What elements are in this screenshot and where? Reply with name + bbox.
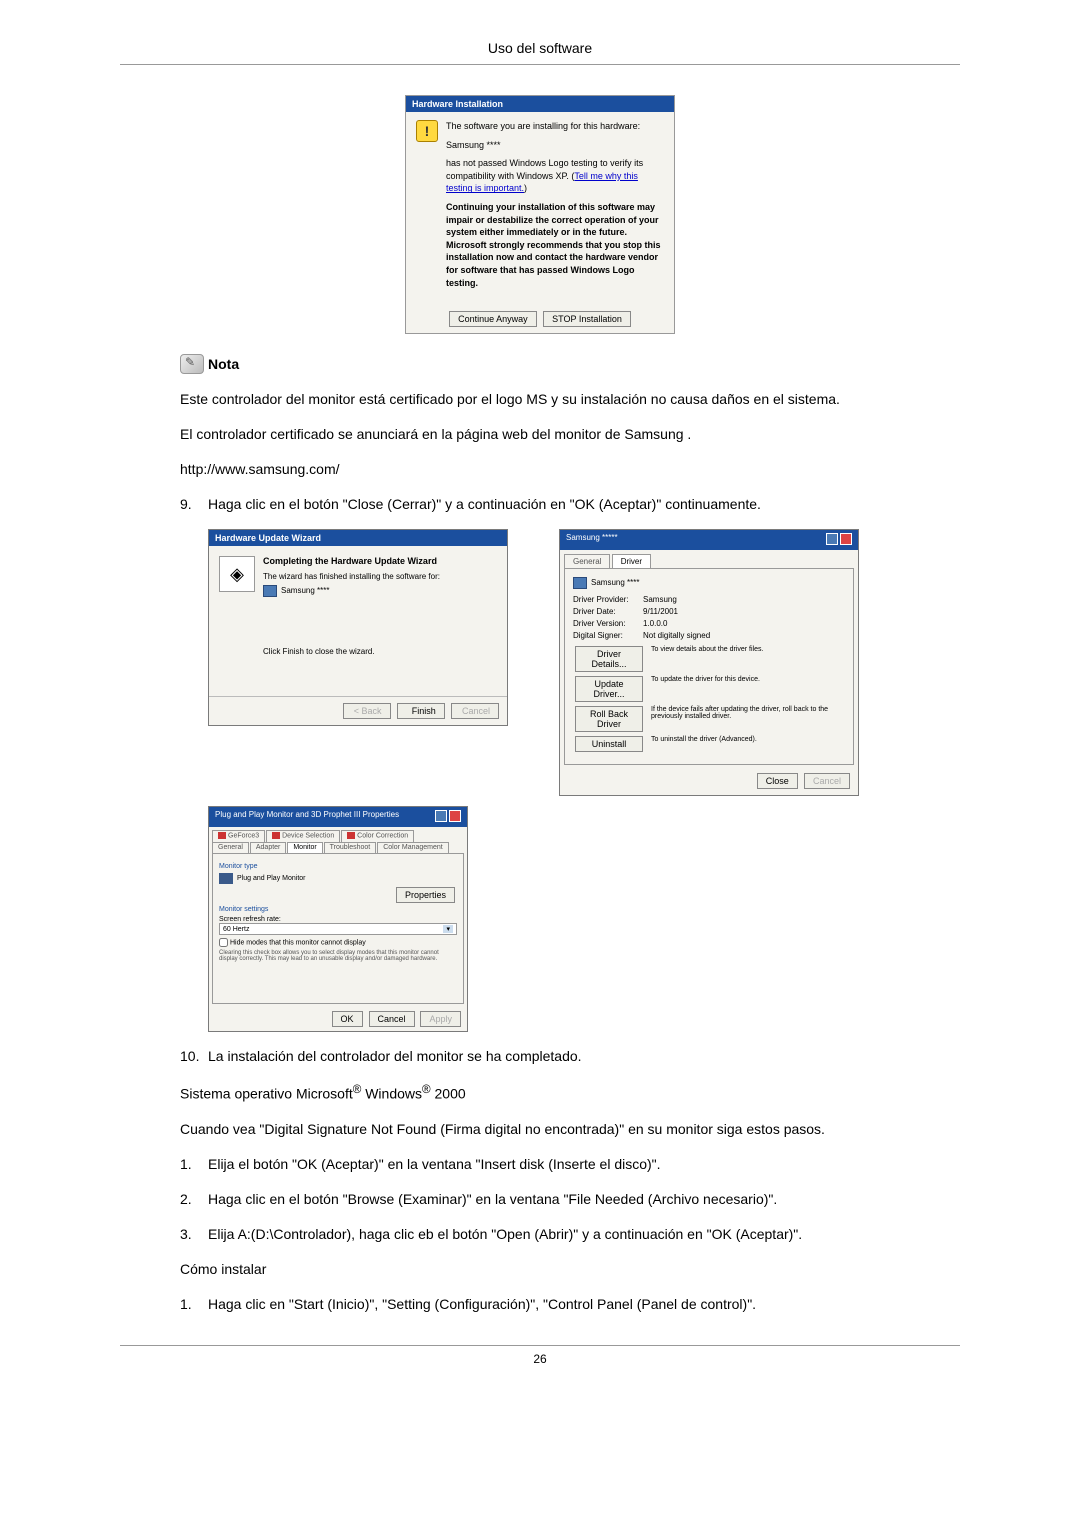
props-title: Samsung *****: [566, 533, 618, 547]
wizard-line1: The wizard has finished installing the s…: [263, 572, 497, 581]
monitor-icon: [219, 873, 233, 884]
monitor-type-label: Monitor type: [219, 863, 457, 870]
nvidia-icon: [272, 832, 280, 839]
dialog-title: Hardware Installation: [406, 96, 674, 112]
tab-adapter[interactable]: Adapter: [250, 842, 287, 853]
tab-monitor[interactable]: Monitor: [287, 842, 322, 853]
note-text-1: Este controlador del monitor está certif…: [180, 389, 900, 410]
nvidia-icon: [218, 832, 226, 839]
hw-text-1: The software you are installing for this…: [446, 120, 664, 133]
rollback-desc: If the device fails after updating the d…: [651, 706, 845, 732]
driver-details-button[interactable]: Driver Details...: [575, 646, 643, 672]
step-text: Haga clic en el botón "Close (Cerrar)" y…: [208, 494, 900, 515]
tab-geforce[interactable]: GeForce3: [212, 830, 265, 842]
step-number: 3.: [180, 1224, 208, 1245]
tab-troubleshoot[interactable]: Troubleshoot: [324, 842, 377, 853]
warning-icon: !: [416, 120, 438, 142]
help-icon[interactable]: [435, 810, 447, 822]
tab-general[interactable]: General: [212, 842, 249, 853]
step-text: Elija A:(D:\Controlador), haga clic eb e…: [208, 1224, 900, 1245]
rollback-driver-button[interactable]: Roll Back Driver: [575, 706, 643, 732]
hide-modes-label: Hide modes that this monitor cannot disp…: [230, 940, 366, 947]
date-label: Driver Date:: [573, 607, 643, 616]
update-desc: To update the driver for this device.: [651, 676, 845, 702]
page-number: 26: [120, 1345, 960, 1366]
help-icon[interactable]: [826, 533, 838, 545]
hw-text-2: has not passed Windows Logo testing to v…: [446, 157, 664, 195]
note-label: Nota: [208, 356, 239, 372]
device-large-icon: ◈: [219, 556, 255, 592]
mp-title: Plug and Play Monitor and 3D Prophet III…: [215, 810, 399, 824]
hide-modes-desc: Clearing this check box allows you to se…: [219, 950, 457, 962]
signature-para: Cuando vea "Digital Signature Not Found …: [180, 1119, 900, 1140]
tab-general[interactable]: General: [564, 554, 610, 568]
refresh-rate-dropdown[interactable]: 60 Hertz ▾: [219, 923, 457, 935]
driver-properties-dialog: Samsung ***** General Driver Samsung ***…: [559, 529, 859, 796]
monitor-settings-label: Monitor settings: [219, 906, 457, 913]
details-desc: To view details about the driver files.: [651, 646, 845, 672]
hw-install-dialog: Hardware Installation ! The software you…: [405, 95, 675, 334]
os-line: Sistema operativo Microsoft® Windows® 20…: [180, 1081, 900, 1105]
monitor-small-icon: [263, 585, 277, 597]
uninstall-desc: To uninstall the driver (Advanced).: [651, 736, 845, 752]
version-label: Driver Version:: [573, 619, 643, 628]
close-button[interactable]: Close: [757, 773, 798, 789]
page-header: Uso del software: [120, 40, 960, 65]
uninstall-button[interactable]: Uninstall: [575, 736, 643, 752]
nvidia-icon: [347, 832, 355, 839]
wizard-finish-hint: Click Finish to close the wizard.: [263, 647, 497, 656]
step-number: 1.: [180, 1294, 208, 1315]
provider-value: Samsung: [643, 595, 677, 604]
close-icon[interactable]: [449, 810, 461, 822]
back-button: < Back: [343, 703, 391, 719]
properties-button[interactable]: Properties: [396, 887, 455, 903]
monitor-item-name: Plug and Play Monitor: [237, 875, 305, 882]
monitor-properties-dialog: Plug and Play Monitor and 3D Prophet III…: [208, 806, 468, 1032]
provider-label: Driver Provider:: [573, 595, 643, 604]
step-number: 1.: [180, 1154, 208, 1175]
wizard-title: Hardware Update Wizard: [209, 530, 507, 546]
note-url: http://www.samsung.com/: [180, 459, 900, 480]
tab-color-correction[interactable]: Color Correction: [341, 830, 414, 842]
close-icon[interactable]: [840, 533, 852, 545]
wizard-device: Samsung ****: [281, 586, 329, 595]
cancel-button: Cancel: [451, 703, 499, 719]
chevron-down-icon: ▾: [443, 925, 453, 933]
wizard-heading: Completing the Hardware Update Wizard: [263, 556, 497, 566]
signer-label: Digital Signer:: [573, 631, 643, 640]
cancel-button[interactable]: Cancel: [369, 1011, 415, 1027]
note-icon: [180, 354, 204, 374]
props-device: Samsung ****: [591, 578, 639, 587]
tab-device-selection[interactable]: Device Selection: [266, 830, 340, 842]
note-text-2: El controlador certificado se anunciará …: [180, 424, 900, 445]
hide-modes-checkbox[interactable]: [219, 938, 228, 947]
tab-color-management[interactable]: Color Management: [377, 842, 449, 853]
step-number: 10.: [180, 1046, 208, 1067]
finish-button[interactable]: Finish: [397, 703, 445, 719]
step-number: 9.: [180, 494, 208, 515]
step-number: 2.: [180, 1189, 208, 1210]
stop-installation-button[interactable]: STOP Installation: [543, 311, 631, 327]
step-text: Haga clic en el botón "Browse (Examinar)…: [208, 1189, 900, 1210]
step-text: Elija el botón "OK (Aceptar)" en la vent…: [208, 1154, 900, 1175]
continue-anyway-button[interactable]: Continue Anyway: [449, 311, 537, 327]
cancel-button: Cancel: [804, 773, 850, 789]
step-text: Haga clic en "Start (Inicio)", "Setting …: [208, 1294, 900, 1315]
refresh-rate-label: Screen refresh rate:: [219, 916, 457, 923]
date-value: 9/11/2001: [643, 607, 678, 616]
apply-button: Apply: [420, 1011, 461, 1027]
version-value: 1.0.0.0: [643, 619, 667, 628]
update-driver-button[interactable]: Update Driver...: [575, 676, 643, 702]
tab-driver[interactable]: Driver: [612, 554, 651, 568]
install-heading: Cómo instalar: [180, 1259, 900, 1280]
hw-warning: Continuing your installation of this sof…: [446, 201, 664, 289]
monitor-small-icon: [573, 577, 587, 589]
step-text: La instalación del controlador del monit…: [208, 1046, 900, 1067]
hardware-update-wizard: Hardware Update Wizard ◈ Completing the …: [208, 529, 508, 726]
hw-device: Samsung ****: [446, 139, 664, 152]
ok-button[interactable]: OK: [332, 1011, 363, 1027]
signer-value: Not digitally signed: [643, 631, 710, 640]
